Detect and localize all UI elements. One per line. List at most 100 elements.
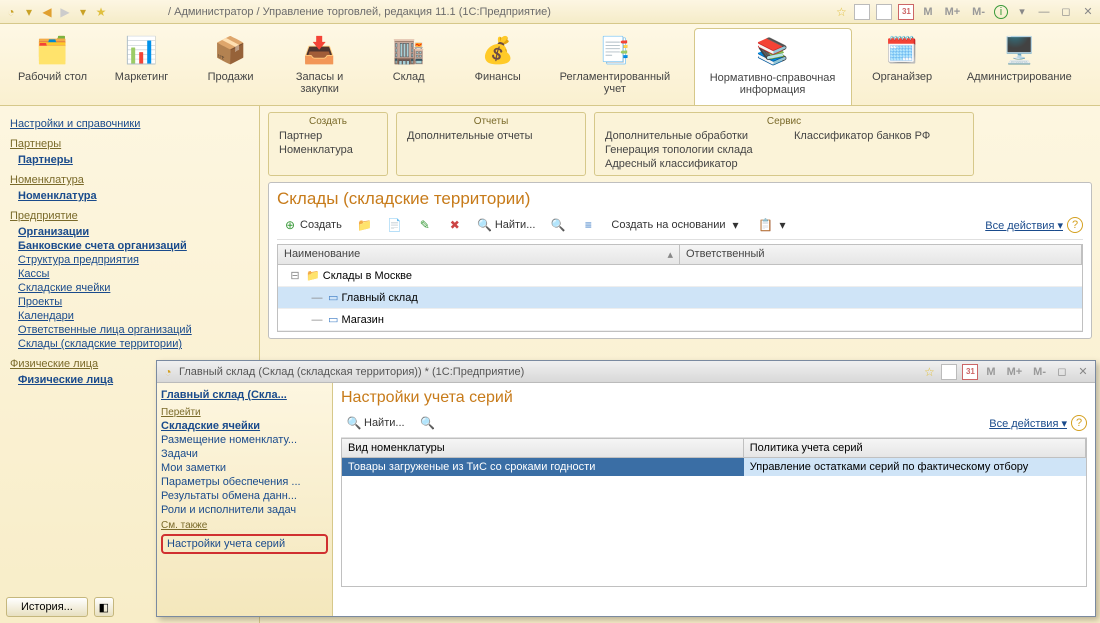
table-row[interactable]: ⊟📁 Склады в Москве xyxy=(278,265,1082,287)
sw-nav-title[interactable]: Главный склад (Скла... xyxy=(161,389,328,401)
close-icon[interactable]: ✕ xyxy=(1080,4,1096,20)
section-stock[interactable]: 📥Запасы и закупки xyxy=(281,28,358,105)
back-icon[interactable]: ◀ xyxy=(40,5,54,19)
section-sales[interactable]: 📦Продажи xyxy=(192,28,269,105)
minimize-icon[interactable]: — xyxy=(1036,4,1052,20)
section-regaccounting[interactable]: 📑Регламентированный учет xyxy=(548,28,681,105)
sw-link-params[interactable]: Параметры обеспечения ... xyxy=(161,476,328,488)
help-icon[interactable]: ? xyxy=(1067,217,1083,233)
grid-icon[interactable] xyxy=(854,4,870,20)
sw-link-exchange[interactable]: Результаты обмена данн... xyxy=(161,490,328,502)
section-marketing[interactable]: 📊Маркетинг xyxy=(103,28,180,105)
section-desktop[interactable]: 🗂️Рабочий стол xyxy=(14,28,91,105)
create-partner[interactable]: Партнер xyxy=(269,129,387,143)
fav-star-icon[interactable]: ☆ xyxy=(834,5,848,19)
create-button[interactable]: ⊕Создать xyxy=(277,215,348,235)
nav-settings[interactable]: Настройки и справочники xyxy=(10,118,259,130)
sw-restore-icon[interactable]: ◻ xyxy=(1054,364,1070,380)
sw-link-placement[interactable]: Размещение номенклату... xyxy=(161,434,328,446)
panel-toggle-icon[interactable]: ◧ xyxy=(94,597,114,617)
warehouse-grid: Наименование ▴ Ответственный ⊟📁 Склады в… xyxy=(277,244,1083,332)
info-icon[interactable]: i xyxy=(994,5,1008,19)
sw-calendar-icon[interactable]: 31 xyxy=(962,364,978,380)
dropdown-icon[interactable]: ▾ xyxy=(22,5,36,19)
sw-memory-m[interactable]: M xyxy=(983,365,998,379)
main-titlebar: ◔ ▾ ◀ ▶ ▾ ★ / Администратор / Управление… xyxy=(0,0,1100,24)
subwin-nav: Главный склад (Скла... Перейти Складские… xyxy=(157,383,333,616)
col-name[interactable]: Наименование ▴ xyxy=(278,245,680,264)
fav-dropdown-icon[interactable]: ▾ xyxy=(76,5,90,19)
sw-memory-mplus[interactable]: M+ xyxy=(1004,365,1026,379)
copy-icon[interactable]: 📄 xyxy=(382,215,408,235)
sw-close-icon[interactable]: ✕ xyxy=(1075,364,1091,380)
forward-icon[interactable]: ▶ xyxy=(58,5,72,19)
section-warehouse[interactable]: 🏬Склад xyxy=(370,28,447,105)
table-icon[interactable] xyxy=(876,4,892,20)
nav-warehouses[interactable]: Склады (складские территории) xyxy=(18,338,259,350)
nav-nomenclature[interactable]: Номенклатура xyxy=(18,190,259,202)
sw-find-button[interactable]: 🔍Найти... xyxy=(341,413,411,433)
create-based-button[interactable]: Создать на основании▾ xyxy=(605,215,748,235)
section-nsi[interactable]: 📚Нормативно-справочная информация xyxy=(694,28,852,105)
service-banks[interactable]: Классификатор банков РФ xyxy=(784,129,973,143)
find-button[interactable]: 🔍Найти... xyxy=(472,215,542,235)
nav-group-partners: Партнеры xyxy=(10,138,259,150)
sw-toolbar: 🔍Найти... 🔍 Все действия ▾ ? xyxy=(341,411,1087,438)
section-organizer[interactable]: 🗓️Органайзер xyxy=(864,28,941,105)
sw-help-icon[interactable]: ? xyxy=(1071,415,1087,431)
table-row[interactable]: —▭ Главный склад xyxy=(278,287,1082,309)
sw-link-tasks[interactable]: Задачи xyxy=(161,448,328,460)
sw-col-policy[interactable]: Политика учета серий xyxy=(744,439,1086,457)
memory-m[interactable]: M xyxy=(920,5,935,19)
logo-icon: ◔ xyxy=(4,5,18,19)
service-address[interactable]: Адресный классификатор xyxy=(595,157,784,171)
table-row[interactable]: —▭ Магазин xyxy=(278,309,1082,331)
sw-all-actions-button[interactable]: Все действия ▾ xyxy=(989,417,1067,430)
all-actions-button[interactable]: Все действия ▾ xyxy=(985,219,1063,232)
sw-clear-find-icon[interactable]: 🔍 xyxy=(415,413,441,433)
nav-structure[interactable]: Структура предприятия xyxy=(18,254,259,266)
info-drop-icon[interactable]: ▾ xyxy=(1014,4,1030,20)
maximize-icon[interactable]: ◻ xyxy=(1058,4,1074,20)
memory-mminus[interactable]: M- xyxy=(969,5,988,19)
sw-link-notes[interactable]: Мои заметки xyxy=(161,462,328,474)
sw-col-type[interactable]: Вид номенклатуры xyxy=(342,439,744,457)
nav-cash[interactable]: Кассы xyxy=(18,268,259,280)
sw-memory-mminus[interactable]: M- xyxy=(1030,365,1049,379)
nav-partners[interactable]: Партнеры xyxy=(18,154,259,166)
sw-link-series-highlight[interactable]: Настройки учета серий xyxy=(161,534,328,554)
star-icon[interactable]: ★ xyxy=(94,5,108,19)
section-finance[interactable]: 💰Финансы xyxy=(459,28,536,105)
panel-create-title: Создать xyxy=(269,115,387,129)
service-topology[interactable]: Генерация топологии склада xyxy=(595,143,784,157)
nav-bankacc[interactable]: Банковские счета организаций xyxy=(18,240,259,252)
history-button[interactable]: История... xyxy=(6,597,88,617)
sw-grid-icon[interactable] xyxy=(941,364,957,380)
nav-cells[interactable]: Складские ячейки xyxy=(18,282,259,294)
service-processing[interactable]: Дополнительные обработки xyxy=(595,129,784,143)
report-icon[interactable]: 📋▾ xyxy=(753,215,796,235)
nav-calendars[interactable]: Календари xyxy=(18,310,259,322)
main-toolbar-row: ⊕Создать 📁 📄 ✎ ✖ 🔍Найти... 🔍 ≡ Создать н… xyxy=(277,213,1083,240)
list-mode-icon[interactable]: ≡ xyxy=(575,215,601,235)
reports-additional[interactable]: Дополнительные отчеты xyxy=(397,129,585,143)
memory-mplus[interactable]: M+ xyxy=(942,5,964,19)
nav-responsible[interactable]: Ответственные лица организаций xyxy=(18,324,259,336)
sw-link-cells[interactable]: Складские ячейки xyxy=(161,420,328,432)
sw-table-row[interactable]: Товары загруженые из ТиС со сроками годн… xyxy=(342,458,1086,476)
window-title: / Администратор / Управление торговлей, … xyxy=(168,6,551,18)
sw-star-icon[interactable]: ☆ xyxy=(922,365,936,379)
section-admin[interactable]: 🖥️Администрирование xyxy=(953,28,1086,105)
delete-icon[interactable]: ✖ xyxy=(442,215,468,235)
create-nomenclature[interactable]: Номенклатура xyxy=(269,143,387,157)
sw-link-roles[interactable]: Роли и исполнители задач xyxy=(161,504,328,516)
new-folder-icon[interactable]: 📁 xyxy=(352,215,378,235)
nav-orgs[interactable]: Организации xyxy=(18,226,259,238)
main-panel: Склады (складские территории) ⊕Создать 📁… xyxy=(268,182,1092,339)
nav-group-nomenclature: Номенклатура xyxy=(10,174,259,186)
nav-projects[interactable]: Проекты xyxy=(18,296,259,308)
clear-find-icon[interactable]: 🔍 xyxy=(545,215,571,235)
col-responsible[interactable]: Ответственный xyxy=(680,245,1082,264)
calendar-icon[interactable]: 31 xyxy=(898,4,914,20)
edit-icon[interactable]: ✎ xyxy=(412,215,438,235)
